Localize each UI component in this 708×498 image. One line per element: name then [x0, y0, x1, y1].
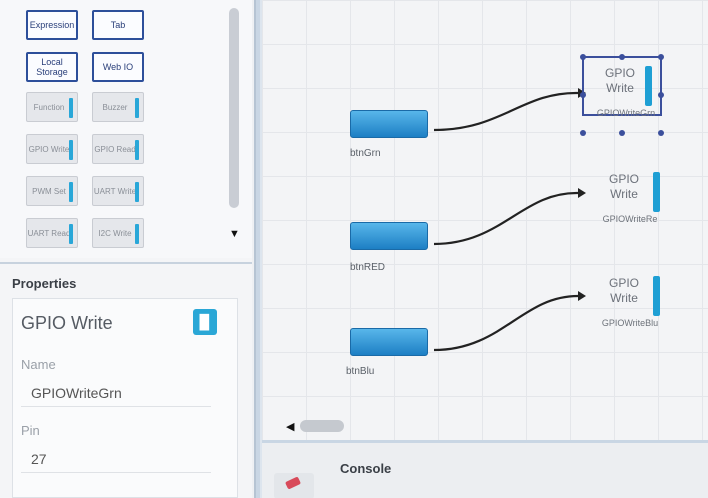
gpio-accent-bar	[653, 172, 660, 212]
name-label: Name	[21, 357, 56, 372]
properties-panel: Properties GPIO Write ▉ Name GPIOWriteGr…	[0, 262, 252, 498]
palette-tile-expression[interactable]: Expression	[26, 10, 78, 40]
palette-tile-label: Web IO	[102, 62, 134, 72]
resize-handle[interactable]	[619, 54, 625, 60]
scroll-down-icon[interactable]: ▼	[229, 228, 240, 240]
button-widget-label: btnGrn	[350, 148, 381, 159]
palette-tile-label: Tab	[110, 20, 126, 30]
resize-handle[interactable]	[658, 130, 664, 136]
gpio-accent-bar	[653, 276, 660, 316]
palette-scrollbar[interactable]	[229, 8, 239, 208]
palette-tile-label: UART Read	[27, 228, 71, 238]
gpio-write-block-red[interactable]: GPIO Write GPIOWriteRe	[588, 164, 668, 224]
palette-tile-web-io[interactable]: Web IO	[92, 52, 144, 82]
tile-accent-bar	[135, 182, 139, 202]
palette-tile-label: GPIO Read	[94, 144, 136, 154]
console-title: Console	[340, 461, 392, 476]
gpio-block-name: GPIOWriteGrn	[596, 108, 656, 118]
canvas-horizontal-scrollbar[interactable]	[300, 420, 344, 432]
palette-tile-label: I2C Write	[98, 228, 132, 238]
pin-label: Pin	[21, 423, 40, 438]
tile-accent-bar	[69, 224, 73, 244]
tile-accent-bar	[69, 182, 73, 202]
properties-title: Properties	[12, 276, 77, 291]
resize-handle[interactable]	[658, 54, 664, 60]
button-widget-grn[interactable]	[350, 110, 428, 138]
palette-tile-pwm-set[interactable]: PWM Set	[26, 176, 78, 206]
gpio-block-name: GPIOWriteBlu	[601, 318, 659, 328]
component-title: GPIO Write	[21, 313, 113, 333]
wire-blu	[433, 294, 579, 352]
palette-tile-local-storage[interactable]: Local Storage	[26, 52, 78, 82]
tile-accent-bar	[135, 224, 139, 244]
panel-divider[interactable]	[254, 0, 262, 498]
gpio-block-name: GPIOWriteRe	[602, 214, 658, 224]
scroll-left-icon[interactable]: ◀	[286, 420, 294, 433]
gpio-block-title: GPIO Write	[604, 66, 635, 95]
name-field[interactable]: GPIOWriteGrn	[21, 377, 211, 407]
palette-tile-label: Expression	[29, 20, 75, 30]
palette-tile-label: Function	[33, 102, 65, 112]
tile-accent-bar	[135, 98, 139, 118]
gpio-write-block-grn[interactable]: GPIO Write GPIOWriteGrn	[580, 54, 664, 136]
component-palette: Expression Tab Local Storage Web IO Func…	[0, 0, 252, 258]
palette-tile-i2c-write[interactable]: I2C Write	[92, 218, 144, 248]
eraser-icon[interactable]	[274, 473, 314, 498]
pin-field[interactable]: 27	[21, 443, 211, 473]
wire-red	[433, 191, 579, 246]
palette-tile-uart-write[interactable]: UART Write	[92, 176, 144, 206]
resize-handle[interactable]	[580, 92, 586, 98]
palette-tile-label: GPIO Write	[28, 144, 70, 154]
arrowhead-icon	[578, 188, 586, 198]
trash-icon[interactable]: ▉	[193, 309, 217, 335]
button-widget-red[interactable]	[350, 222, 428, 250]
gpio-block-title: GPIO Write	[608, 172, 639, 201]
resize-handle[interactable]	[580, 54, 586, 60]
wire-grn	[433, 91, 579, 132]
gpio-block-title: GPIO Write	[608, 276, 639, 305]
gpio-accent-bar	[645, 66, 652, 106]
design-canvas[interactable]: btnGrn btnRED btnBlu GPIO Write GPIOWrit…	[262, 0, 708, 440]
app-root: Expression Tab Local Storage Web IO Func…	[0, 0, 708, 498]
gpio-write-block-blu[interactable]: GPIO Write GPIOWriteBlu	[588, 268, 668, 328]
palette-tile-gpio-read[interactable]: GPIO Read	[92, 134, 144, 164]
eraser-shape	[284, 476, 302, 490]
left-panel: Expression Tab Local Storage Web IO Func…	[0, 0, 252, 498]
palette-tile-label: UART Write	[93, 186, 137, 196]
palette-tile-gpio-write[interactable]: GPIO Write	[26, 134, 78, 164]
palette-tile-tab[interactable]: Tab	[92, 10, 144, 40]
palette-tile-label: Buzzer	[102, 102, 128, 112]
palette-tile-buzzer[interactable]: Buzzer	[92, 92, 144, 122]
resize-handle[interactable]	[619, 130, 625, 136]
palette-tile-label: Local Storage	[36, 57, 68, 77]
palette-tile-label: PWM Set	[32, 186, 66, 196]
palette-tile-function[interactable]: Function	[26, 92, 78, 122]
arrowhead-icon	[578, 291, 586, 301]
palette-tile-uart-read[interactable]: UART Read	[26, 218, 78, 248]
button-widget-label: btnRED	[350, 262, 386, 273]
tile-accent-bar	[135, 140, 139, 160]
tile-accent-bar	[69, 98, 73, 118]
console-panel: Console	[262, 440, 708, 498]
resize-handle[interactable]	[658, 92, 664, 98]
resize-handle[interactable]	[580, 130, 586, 136]
properties-card: GPIO Write ▉ Name GPIOWriteGrn Pin 27	[12, 298, 238, 498]
button-widget-blu[interactable]	[350, 328, 428, 356]
tile-accent-bar	[69, 140, 73, 160]
button-widget-label: btnBlu	[346, 366, 375, 377]
